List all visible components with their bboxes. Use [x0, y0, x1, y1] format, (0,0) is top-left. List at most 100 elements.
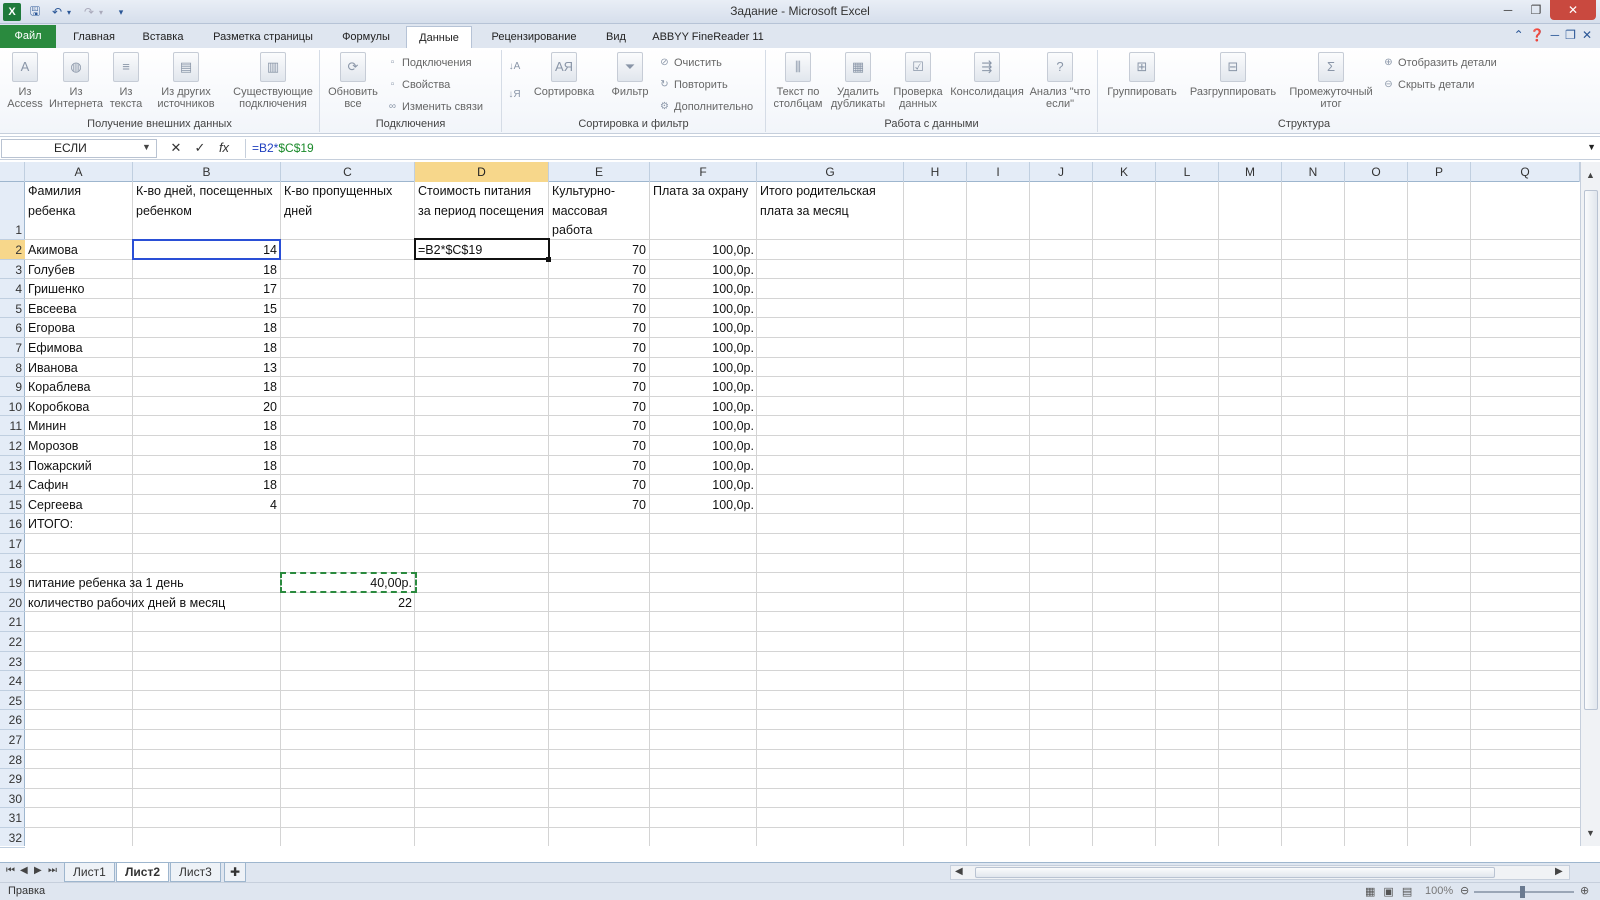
zoom-level[interactable]: 100%	[1425, 885, 1453, 897]
cell-culture[interactable]: 70	[549, 338, 649, 358]
tab-abbyy[interactable]: ABBYY FineReader 11	[646, 26, 770, 48]
sheet-tab-3[interactable]: Лист3	[170, 863, 221, 882]
cell-guard[interactable]: 100,0р.	[650, 416, 757, 436]
row-header-11[interactable]: 11	[0, 416, 25, 436]
cell-name[interactable]: Гришенко	[25, 279, 132, 299]
cell-name[interactable]: Ефимова	[25, 338, 132, 358]
tab-home[interactable]: Главная	[64, 26, 124, 48]
cell-days[interactable]: 18	[133, 475, 280, 495]
first-sheet-icon[interactable]: ⏮	[6, 865, 15, 876]
cell-culture[interactable]: 70	[549, 240, 649, 260]
cell-days[interactable]: 4	[133, 495, 280, 515]
doc-close-icon[interactable]: ✕	[1582, 28, 1592, 42]
column-header-g[interactable]: G	[757, 162, 904, 182]
cell-a20[interactable]: количество рабочих дней в месяц	[25, 593, 280, 613]
from-access-button[interactable]: A Из Access	[4, 52, 46, 110]
cell-name[interactable]: Голубев	[25, 260, 132, 280]
cell-grid[interactable]: Фамилия ребенка К-во дней, посещенных ре…	[25, 182, 1580, 846]
cell-culture[interactable]: 70	[549, 495, 649, 515]
cell-name[interactable]: Пожарский	[25, 456, 132, 476]
ungroup-button[interactable]: ⊟ Разгруппировать	[1186, 52, 1280, 98]
cell-days[interactable]: 18	[133, 338, 280, 358]
cell-guard[interactable]: 100,0р.	[650, 358, 757, 378]
row-header-5[interactable]: 5	[0, 299, 25, 319]
cell-days[interactable]: 18	[133, 318, 280, 338]
cell-name[interactable]: Евсеева	[25, 299, 132, 319]
column-header-h[interactable]: H	[904, 162, 967, 182]
doc-restore-icon[interactable]: ❐	[1565, 28, 1576, 42]
data-validation-button[interactable]: ☑ Проверка данных	[890, 52, 946, 110]
row-header-16[interactable]: 16	[0, 514, 25, 534]
cell-g1[interactable]: Итого родительская плата за месяц	[757, 182, 904, 240]
row-header-13[interactable]: 13	[0, 456, 25, 476]
cell-guard[interactable]: 100,0р.	[650, 475, 757, 495]
cell-culture[interactable]: 70	[549, 279, 649, 299]
close-button[interactable]: ✕	[1550, 0, 1596, 20]
row-header-3[interactable]: 3	[0, 260, 25, 280]
cell-e1[interactable]: Культурно-массовая работа	[549, 182, 649, 240]
cell-guard[interactable]: 100,0р.	[650, 260, 757, 280]
cell-days[interactable]: 17	[133, 279, 280, 299]
cell-name[interactable]: Коробкова	[25, 397, 132, 417]
sheet-tab-1[interactable]: Лист1	[64, 863, 115, 882]
cell-name[interactable]: Егорова	[25, 318, 132, 338]
tab-data[interactable]: Данные	[406, 26, 472, 48]
name-box[interactable]: ЕСЛИ	[1, 139, 157, 158]
row-header-4[interactable]: 4	[0, 279, 25, 299]
cell-culture[interactable]: 70	[549, 416, 649, 436]
from-text-button[interactable]: ≡ Из текста	[106, 52, 146, 110]
horizontal-scrollbar[interactable]: ◀ ▶	[950, 865, 1570, 880]
cell-guard[interactable]: 100,0р.	[650, 299, 757, 319]
row-header-27[interactable]: 27	[0, 730, 25, 750]
row-header-10[interactable]: 10	[0, 397, 25, 417]
cell-culture[interactable]: 70	[549, 260, 649, 280]
cell-culture[interactable]: 70	[549, 456, 649, 476]
sheet-tab-2[interactable]: Лист2	[116, 863, 170, 882]
cancel-icon[interactable]: ✕	[168, 140, 184, 156]
column-header-l[interactable]: L	[1156, 162, 1219, 182]
cell-days[interactable]: 18	[133, 260, 280, 280]
help-icon[interactable]: ❓	[1530, 28, 1545, 42]
column-header-p[interactable]: P	[1408, 162, 1471, 182]
sort-az-button[interactable]: ↓A	[508, 60, 521, 73]
cell-culture[interactable]: 70	[549, 299, 649, 319]
cell-c20[interactable]: 22	[281, 593, 415, 613]
column-header-o[interactable]: O	[1345, 162, 1408, 182]
cell-days[interactable]: 15	[133, 299, 280, 319]
column-header-m[interactable]: M	[1219, 162, 1282, 182]
cell-name[interactable]: Сафин	[25, 475, 132, 495]
zoom-out-icon[interactable]: ⊖	[1460, 884, 1469, 897]
row-header-17[interactable]: 17	[0, 534, 25, 554]
maximize-button[interactable]: ❐	[1522, 0, 1550, 20]
filter-button[interactable]: ⏷ Фильтр	[606, 52, 654, 98]
cell-name[interactable]: Иванова	[25, 358, 132, 378]
row-header-24[interactable]: 24	[0, 671, 25, 691]
scroll-up-icon[interactable]: ▲	[1586, 170, 1595, 180]
page-layout-view-icon[interactable]: ▣	[1383, 885, 1393, 898]
row-header-25[interactable]: 25	[0, 691, 25, 711]
from-web-button[interactable]: ◍ Из Интернета	[49, 52, 103, 110]
advanced-button[interactable]: ⚙ Дополнительно	[658, 100, 753, 113]
cell-guard[interactable]: 100,0р.	[650, 318, 757, 338]
column-header-d[interactable]: D	[415, 162, 549, 182]
column-header-a[interactable]: A	[25, 162, 133, 182]
row-header-32[interactable]: 32	[0, 828, 25, 848]
cell-days[interactable]: 18	[133, 416, 280, 436]
cell-guard[interactable]: 100,0р.	[650, 495, 757, 515]
cell-culture[interactable]: 70	[549, 358, 649, 378]
tab-insert[interactable]: Вставка	[132, 26, 194, 48]
scroll-right-icon[interactable]: ▶	[1555, 866, 1563, 877]
cell-days[interactable]: 18	[133, 436, 280, 456]
enter-icon[interactable]: ✓	[192, 140, 208, 156]
connections-button[interactable]: ▫ Подключения	[386, 56, 472, 69]
formula-input[interactable]: =B2*$C$19	[245, 139, 1585, 158]
hide-detail-button[interactable]: ⊖ Скрыть детали	[1382, 78, 1474, 91]
row-header-2[interactable]: 2	[0, 240, 25, 260]
cell-a1[interactable]: Фамилия ребенка	[25, 182, 132, 240]
cell-name[interactable]: Акимова	[25, 240, 132, 260]
row-header-9[interactable]: 9	[0, 377, 25, 397]
row-header-31[interactable]: 31	[0, 808, 25, 828]
horizontal-scroll-thumb[interactable]	[975, 867, 1495, 878]
active-cell-d2[interactable]	[414, 238, 550, 260]
scroll-down-icon[interactable]: ▼	[1586, 828, 1595, 838]
